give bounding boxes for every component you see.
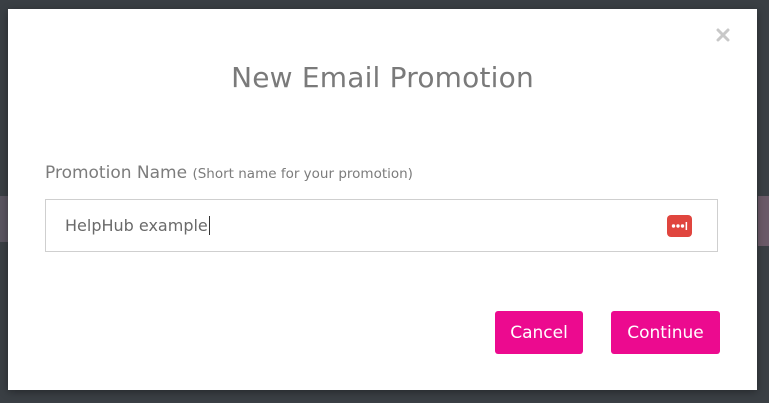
modal-title: New Email Promotion — [231, 61, 534, 94]
close-icon[interactable] — [716, 28, 730, 42]
password-manager-button[interactable] — [667, 215, 692, 237]
new-email-promotion-modal: New Email Promotion Promotion Name (Shor… — [8, 9, 757, 390]
promotion-name-input-wrapper — [45, 199, 718, 252]
backdrop-right-edge — [758, 196, 769, 246]
text-caret — [208, 216, 210, 235]
continue-button[interactable]: Continue — [611, 311, 720, 354]
cancel-button[interactable]: Cancel — [495, 311, 583, 354]
promotion-name-label: Promotion Name (Short name for your prom… — [45, 163, 413, 183]
backdrop-left-edge — [0, 196, 8, 242]
promotion-name-hint: (Short name for your promotion) — [192, 166, 413, 182]
close-button[interactable] — [713, 25, 733, 45]
password-manager-icon[interactable] — [671, 221, 688, 231]
promotion-name-label-text: Promotion Name — [45, 163, 188, 183]
promotion-name-input[interactable] — [46, 200, 656, 251]
